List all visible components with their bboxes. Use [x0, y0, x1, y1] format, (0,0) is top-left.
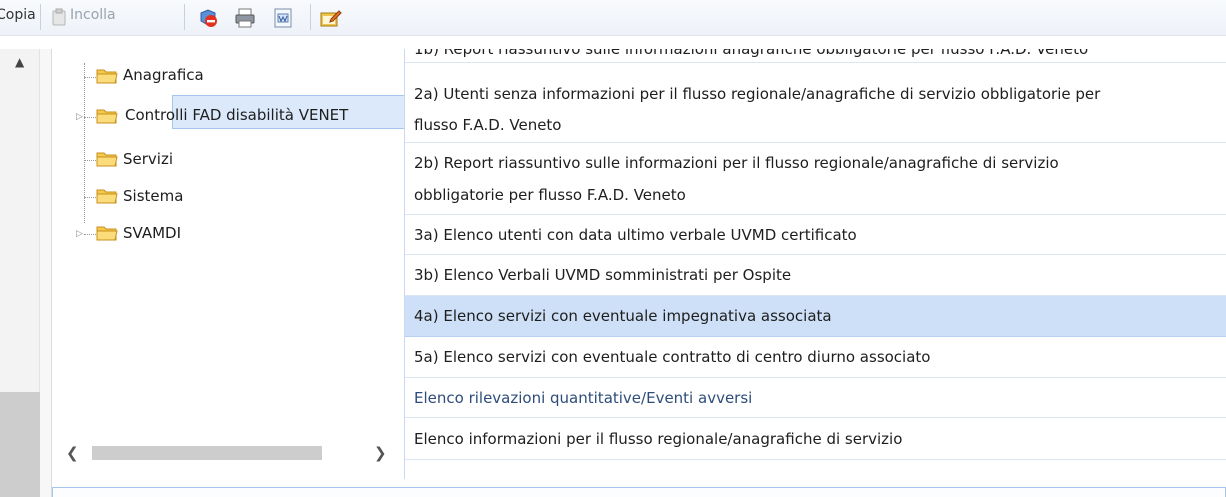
print-icon[interactable] [234, 7, 256, 29]
report-row[interactable]: 2b) Report riassuntivo sulle informazion… [405, 143, 1226, 215]
tree-connector [84, 63, 85, 223]
scrollbar-thumb[interactable] [92, 446, 322, 460]
category-tree: Anagrafica ▷ Controlli FAD disabilità VE… [52, 49, 450, 479]
folder-icon [96, 69, 118, 84]
delete-icon[interactable] [197, 7, 219, 29]
toolbar: Copia Incolla [0, 0, 1226, 36]
expand-arrow-icon[interactable]: ▷ [76, 229, 83, 239]
folder-icon [96, 152, 118, 167]
edit-icon[interactable] [320, 7, 342, 29]
paste-button[interactable]: Incolla [70, 7, 116, 23]
report-label-continued: flusso F.A.D. Veneto [414, 116, 562, 134]
report-row-selected[interactable]: 4a) Elenco servizi con eventuale impegna… [405, 296, 1226, 337]
scroll-up-icon[interactable]: ▲ [15, 55, 24, 69]
report-label: Elenco rilevazioni quantitative/Eventi a… [414, 389, 753, 407]
folder-icon [96, 109, 118, 124]
report-label: 5a) Elenco servizi con eventuale contrat… [414, 348, 931, 366]
folder-icon [96, 226, 118, 241]
tree-item-svamdi[interactable]: SVAMDI [123, 224, 181, 242]
report-label: 1b) Report riassuntivo sulle informazion… [414, 49, 1089, 58]
report-list: 1b) Report riassuntivo sulle informazion… [404, 49, 1226, 479]
report-label: 2a) Utenti senza informazioni per il flu… [414, 85, 1101, 103]
horizontal-scrollbar[interactable]: ❮ ❯ [52, 442, 402, 464]
panel-edge [40, 49, 52, 497]
toolbar-separator [184, 4, 185, 30]
paste-icon [52, 8, 66, 26]
report-label-continued: obbligatorie per flusso F.A.D. Veneto [414, 186, 686, 204]
report-row[interactable]: 3b) Elenco Verbali UVMD somministrati pe… [405, 255, 1226, 296]
scroll-left-icon[interactable]: ❮ [66, 444, 79, 462]
report-row[interactable]: 2a) Utenti senza informazioni per il flu… [405, 77, 1226, 143]
copy-button[interactable]: Copia [0, 7, 36, 23]
expand-arrow-icon[interactable]: ▷ [76, 112, 83, 122]
tree-item-anagrafica[interactable]: Anagrafica [123, 66, 204, 84]
report-row[interactable]: 3a) Elenco utenti con data ultimo verbal… [405, 215, 1226, 255]
report-label: 3b) Elenco Verbali UVMD somministrati pe… [414, 266, 792, 284]
report-label: Elenco informazioni per il flusso region… [414, 430, 903, 448]
report-row[interactable]: Elenco rilevazioni quantitative/Eventi a… [405, 378, 1226, 418]
report-label: 3a) Elenco utenti con data ultimo verbal… [414, 226, 857, 244]
vertical-scrollbar[interactable]: ▲ [0, 49, 40, 497]
scroll-right-icon[interactable]: ❯ [374, 444, 387, 462]
folder-icon [96, 189, 118, 204]
tree-item-controlli-fad[interactable]: Controlli FAD disabilità VENET [125, 106, 348, 124]
toolbar-separator [310, 4, 311, 30]
report-label: 2b) Report riassuntivo sulle informazion… [414, 154, 1059, 172]
report-label: 4a) Elenco servizi con eventuale impegna… [414, 307, 832, 325]
report-row[interactable]: Elenco informazioni per il flusso region… [405, 418, 1226, 460]
details-panel [52, 487, 1226, 497]
scrollbar-thumb[interactable] [0, 392, 40, 497]
report-row[interactable]: 1b) Report riassuntivo sulle informazion… [405, 49, 1226, 63]
tree-item-servizi[interactable]: Servizi [123, 150, 173, 168]
tree-item-sistema[interactable]: Sistema [123, 187, 183, 205]
word-export-icon[interactable] [272, 7, 294, 29]
report-row[interactable]: 5a) Elenco servizi con eventuale contrat… [405, 337, 1226, 378]
toolbar-separator [40, 4, 41, 30]
